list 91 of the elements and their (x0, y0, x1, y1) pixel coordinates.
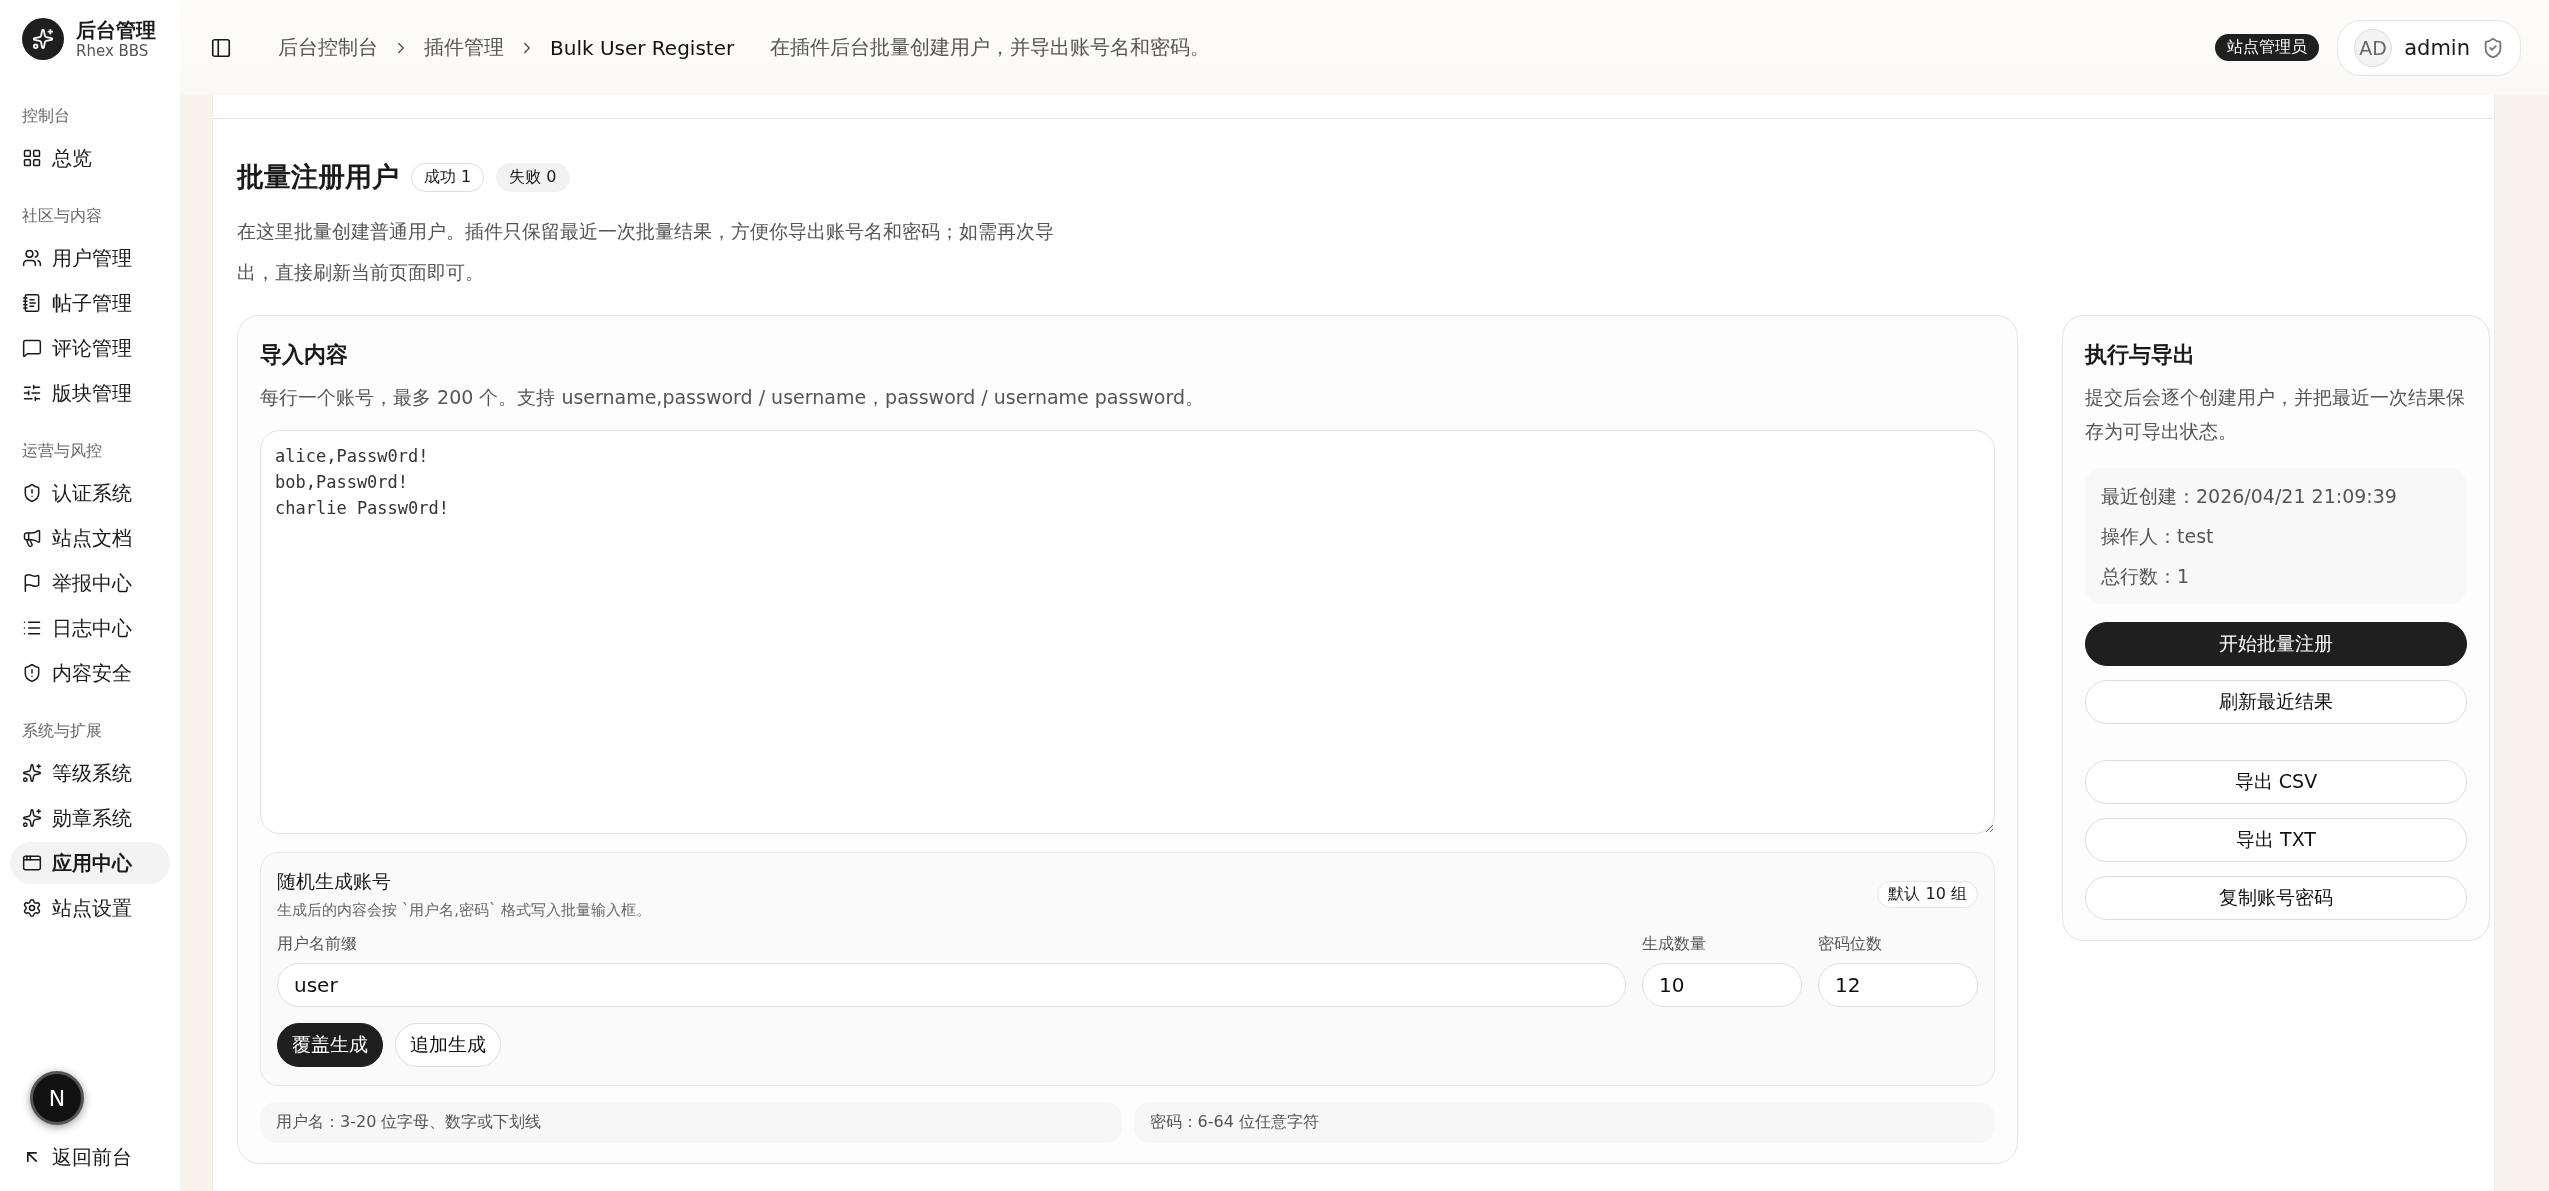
rule-hint: 用户名：3-20 位字母、数字或下划线 (260, 1102, 1122, 1143)
user-menu[interactable]: AD admin (2337, 19, 2521, 76)
sidebar-item-label: 评论管理 (52, 334, 132, 362)
sidebar-item-label: 等级系统 (52, 759, 132, 787)
input-field[interactable]: user (277, 963, 1626, 1007)
sidebar-item[interactable]: 帖子管理 (10, 282, 170, 324)
users-icon (22, 248, 42, 268)
shield-icon (22, 483, 42, 503)
field-label: 用户名前缀 (277, 934, 358, 955)
shield-check-icon (2482, 36, 2504, 59)
page-title: 批量注册用户 (237, 160, 399, 194)
header-description: 在插件后台批量创建用户，并导出账号名和密码。 (770, 34, 1211, 61)
sidebar-item-label: 内容安全 (52, 659, 132, 687)
back-to-site-link[interactable]: 返回前台 (10, 1137, 170, 1177)
sidebar-section-heading: 社区与内容 (21, 205, 103, 227)
breadcrumb-link[interactable]: 插件管理 (424, 34, 504, 61)
generator-subtitle: 生成后的内容会按 `用户名,密码` 格式写入批量输入框。 (277, 901, 652, 920)
card-description: 每行一个账号，最多 200 个。支持 username,password / username，password / username password。 (260, 385, 1205, 410)
sidebar-toggle-icon[interactable] (210, 36, 232, 59)
sidebar-item-label: 站点文档 (52, 524, 132, 552)
refresh-button[interactable]: 刷新最近结果 (2085, 680, 2467, 724)
settings-icon (22, 898, 42, 918)
megaphone-icon (22, 528, 42, 548)
account-input-field[interactable]: alice,Passw0rd! bob,Passw0rd! charlie Passw0rd! (260, 430, 1995, 834)
sidebar-item[interactable]: 勋章系统 (10, 797, 170, 839)
page-description: 在这里批量创建普通用户。插件只保留最近一次批量结果，方便你导出账号名和密码；如需再次导出，直接刷新当前页面即可。 (237, 219, 1055, 285)
flag-icon (22, 573, 42, 593)
shield-icon (22, 663, 42, 683)
card-title: 导入内容 (260, 341, 349, 369)
default-count-badge: 默认 10 组 (1877, 881, 1978, 908)
dev-indicator-badge[interactable]: N (30, 1071, 84, 1125)
export-button[interactable]: 复制账号密码 (2085, 876, 2467, 920)
field-label: 密码位数 (1818, 934, 1883, 955)
success-count: 成功 1 (411, 162, 485, 192)
chat-icon (22, 338, 42, 358)
sidebar-item[interactable]: 站点设置 (10, 887, 170, 929)
sidebar-item-label: 用户管理 (52, 244, 132, 272)
field-label: 生成数量 (1642, 934, 1707, 955)
window-icon (22, 853, 42, 873)
sidebar-item-label: 举报中心 (52, 569, 132, 597)
result-info-line: 操作人：test (2101, 524, 2215, 549)
sidebar-item[interactable]: 内容安全 (10, 652, 170, 694)
failure-count: 失败 0 (496, 162, 570, 192)
sidebar-item[interactable]: 应用中心 (10, 842, 170, 884)
card-title: 执行与导出 (2085, 341, 2196, 369)
sidebar-item-label: 版块管理 (52, 379, 132, 407)
sidebar-item-label: 站点设置 (52, 894, 132, 922)
sidebar-item[interactable]: 评论管理 (10, 327, 170, 369)
sidebar-item[interactable]: 举报中心 (10, 562, 170, 604)
input-field[interactable]: 12 (1818, 963, 1978, 1007)
sidebar-item-label: 帖子管理 (52, 289, 132, 317)
sparkle-icon (22, 763, 42, 783)
sidebar-section-heading: 运营与风控 (21, 440, 103, 462)
generator-title: 随机生成账号 (277, 869, 392, 894)
export-button[interactable]: 导出 CSV (2085, 760, 2467, 804)
brand-subtitle: Rhex BBS (76, 42, 150, 60)
result-info-line: 总行数：1 (2101, 564, 2191, 589)
notebook-icon (22, 293, 42, 313)
sidebar-item[interactable]: 站点文档 (10, 517, 170, 559)
list-icon (22, 618, 42, 638)
back-to-site-label: 返回前台 (52, 1143, 132, 1171)
grid-icon (22, 148, 42, 168)
sidebar-section-heading: 控制台 (21, 105, 71, 127)
export-button[interactable]: 导出 TXT (2085, 818, 2467, 862)
user-name: admin (2404, 35, 2470, 60)
sidebar-item[interactable]: 日志中心 (10, 607, 170, 649)
result-info-line: 最近创建：2026/04/21 21:09:39 (2101, 484, 2398, 509)
brand-title: 后台管理 (76, 18, 156, 42)
rule-hint: 密码：6-64 位任意字符 (1133, 1102, 1995, 1143)
card-description: 提交后会逐个创建用户，并把最近一次结果保存为可导出状态。 (2085, 385, 2466, 444)
sidebar-section-heading: 系统与扩展 (21, 720, 103, 742)
sidebar-item[interactable]: 等级系统 (10, 752, 170, 794)
append-generate-button[interactable]: 追加生成 (395, 1023, 501, 1067)
sidebar-item[interactable]: 用户管理 (10, 237, 170, 279)
sparkle-icon (22, 808, 42, 828)
overwrite-generate-button[interactable]: 覆盖生成 (277, 1023, 383, 1067)
sidebar-item[interactable]: 认证系统 (10, 472, 170, 514)
sidebar-item-label: 勋章系统 (52, 804, 132, 832)
sidebar-item-label: 总览 (52, 144, 92, 172)
logo-icon (22, 18, 64, 60)
sidebar-item-label: 应用中心 (52, 849, 132, 877)
role-badge: 站点管理员 (2215, 34, 2320, 61)
breadcrumb-link[interactable]: 后台控制台 (278, 34, 378, 61)
sidebar-item-label: 认证系统 (52, 479, 132, 507)
sidebar-item-label: 日志中心 (52, 614, 132, 642)
sidebar-item[interactable]: 版块管理 (10, 372, 170, 414)
avatar-initials: AD (2354, 28, 2393, 67)
sliders-icon (22, 383, 42, 403)
start-register-button[interactable]: 开始批量注册 (2085, 622, 2467, 666)
sidebar-item[interactable]: 总览 (10, 137, 170, 179)
input-field[interactable]: 10 (1642, 963, 1802, 1007)
